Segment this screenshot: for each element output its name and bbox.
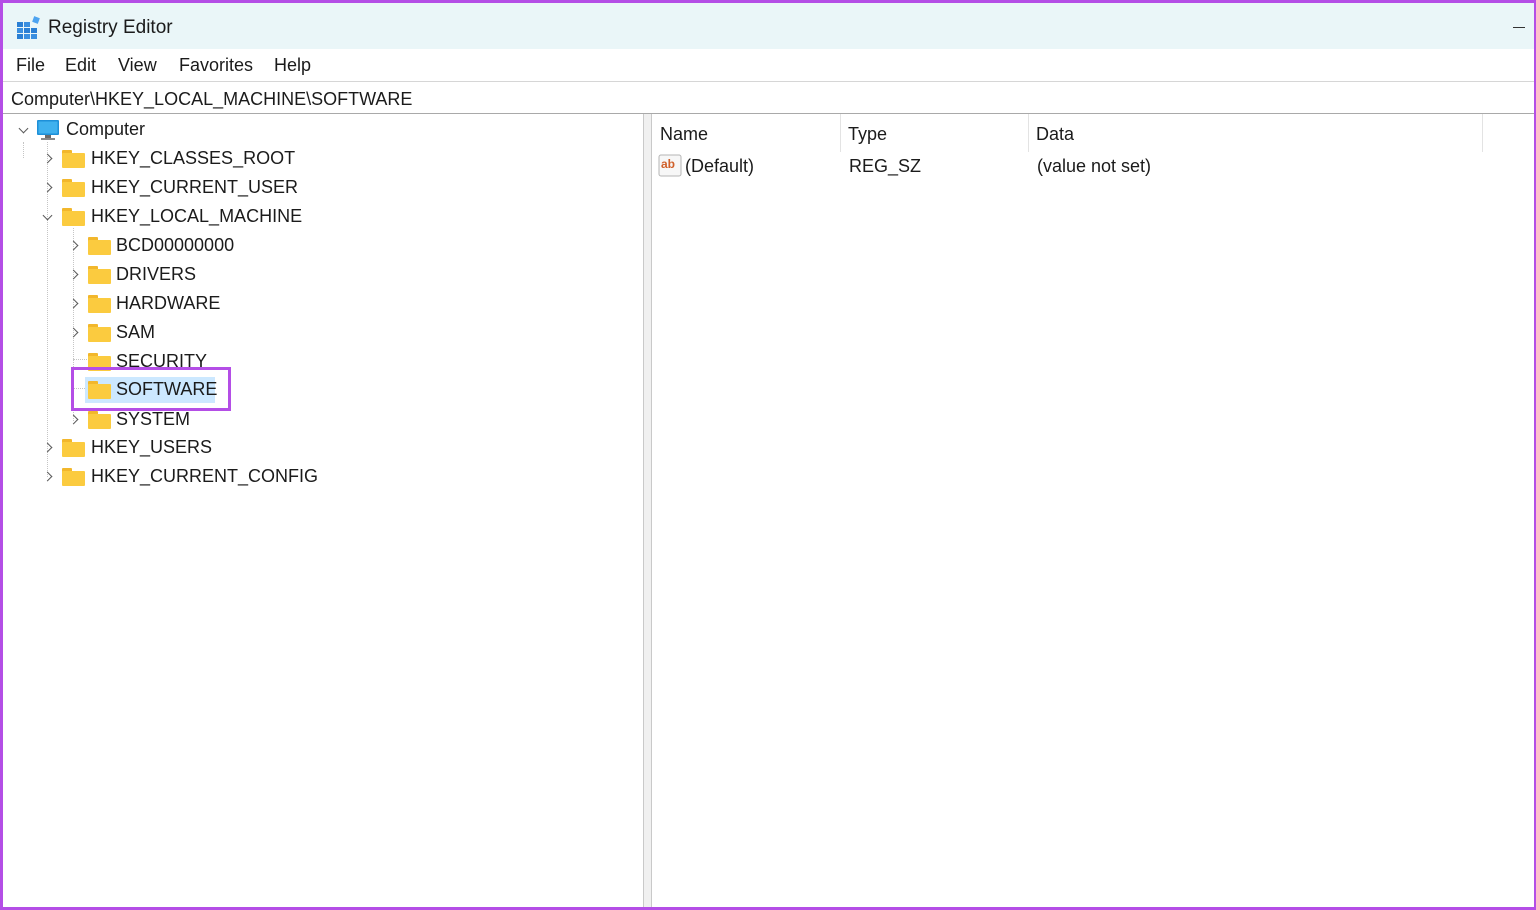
address-bar[interactable]: Computer\HKEY_LOCAL_MACHINE\SOFTWARE bbox=[3, 81, 1534, 114]
folder-icon bbox=[88, 324, 112, 342]
tree-label-computer: Computer bbox=[66, 119, 146, 139]
tree-node-hkey-current-config[interactable]: HKEY_CURRENT_CONFIG bbox=[3, 463, 343, 491]
tree-label: HARDWARE bbox=[116, 293, 221, 313]
tree-node-hkey-classes-root[interactable]: HKEY_CLASSES_ROOT bbox=[3, 145, 343, 173]
tree-node-drivers[interactable]: DRIVERS bbox=[3, 261, 343, 289]
value-type: REG_SZ bbox=[849, 156, 922, 176]
folder-icon bbox=[62, 468, 86, 486]
menu-favorites[interactable]: Favorites bbox=[179, 55, 253, 76]
minimize-button[interactable] bbox=[1508, 17, 1530, 37]
address-path[interactable]: Computer\HKEY_LOCAL_MACHINE\SOFTWARE bbox=[11, 89, 412, 110]
expand-chevron-icon[interactable] bbox=[67, 268, 81, 282]
folder-icon bbox=[88, 266, 112, 284]
tree-label: HKEY_CLASSES_ROOT bbox=[91, 148, 296, 168]
pane-splitter[interactable] bbox=[644, 114, 652, 907]
tree-node-hkey-users[interactable]: HKEY_USERS bbox=[3, 434, 343, 462]
window-title: Registry Editor bbox=[48, 17, 173, 38]
folder-icon bbox=[88, 295, 112, 313]
expand-chevron-icon[interactable] bbox=[67, 239, 81, 253]
value-name[interactable]: (Default) bbox=[685, 156, 754, 177]
expand-chevron-icon[interactable] bbox=[41, 152, 55, 166]
menu-bar: File Edit View Favorites Help bbox=[3, 49, 1534, 81]
menu-edit[interactable]: Edit bbox=[65, 55, 96, 76]
value-data: (value not set) bbox=[1037, 156, 1152, 176]
column-header-data[interactable]: Data bbox=[1029, 114, 1483, 152]
tree-label: HKEY_CURRENT_USER bbox=[91, 177, 299, 197]
expand-chevron-icon[interactable] bbox=[67, 413, 81, 427]
annotation-highlight-box bbox=[71, 367, 231, 411]
menu-help[interactable]: Help bbox=[274, 55, 311, 76]
folder-icon bbox=[88, 237, 112, 255]
tree-label: SAM bbox=[116, 322, 156, 342]
string-value-icon: ab bbox=[658, 154, 682, 177]
tree-node-hkey-current-user[interactable]: HKEY_CURRENT_USER bbox=[3, 174, 343, 202]
tree-label: SYSTEM bbox=[116, 409, 191, 429]
folder-icon bbox=[88, 411, 112, 429]
tree-label: DRIVERS bbox=[116, 264, 197, 284]
tree-node-hkey-local-machine[interactable]: HKEY_LOCAL_MACHINE bbox=[3, 203, 343, 231]
expand-chevron-icon[interactable] bbox=[67, 297, 81, 311]
tree-node-hardware[interactable]: HARDWARE bbox=[3, 290, 343, 318]
key-tree-pane[interactable]: Computer HKEY_CLASSES_ROOT HKEY_CURRENT_… bbox=[3, 114, 644, 907]
collapse-chevron-icon[interactable] bbox=[17, 124, 31, 138]
collapse-chevron-icon[interactable] bbox=[41, 211, 55, 225]
registry-editor-icon bbox=[17, 16, 40, 39]
column-header-type[interactable]: Type bbox=[841, 114, 1029, 152]
folder-icon bbox=[62, 439, 86, 457]
title-bar: Registry Editor bbox=[3, 3, 1534, 49]
computer-icon bbox=[37, 120, 59, 140]
tree-label: HKEY_USERS bbox=[91, 437, 213, 457]
folder-icon bbox=[62, 208, 86, 226]
folder-icon bbox=[62, 150, 86, 168]
expand-chevron-icon[interactable] bbox=[41, 181, 55, 195]
tree-node-computer[interactable]: Computer bbox=[3, 116, 303, 144]
tree-label: HKEY_CURRENT_CONFIG bbox=[91, 466, 319, 486]
svg-text:ab: ab bbox=[661, 157, 675, 171]
tree-label: HKEY_LOCAL_MACHINE bbox=[91, 206, 303, 226]
expand-chevron-icon[interactable] bbox=[67, 326, 81, 340]
folder-icon bbox=[62, 179, 86, 197]
menu-file[interactable]: File bbox=[16, 55, 45, 76]
tree-node-sam[interactable]: SAM bbox=[3, 319, 343, 347]
column-header-name[interactable]: Name bbox=[653, 114, 841, 152]
expand-chevron-icon[interactable] bbox=[41, 441, 55, 455]
tree-node-bcd00000000[interactable]: BCD00000000 bbox=[3, 232, 343, 260]
tree-label: BCD00000000 bbox=[116, 235, 235, 255]
registry-editor-window: Registry Editor File Edit View Favorites… bbox=[0, 0, 1536, 910]
values-list-pane[interactable]: Name Type Data ab (Default) REG_SZ (valu… bbox=[653, 114, 1534, 907]
expand-chevron-icon[interactable] bbox=[41, 470, 55, 484]
menu-view[interactable]: View bbox=[118, 55, 157, 76]
